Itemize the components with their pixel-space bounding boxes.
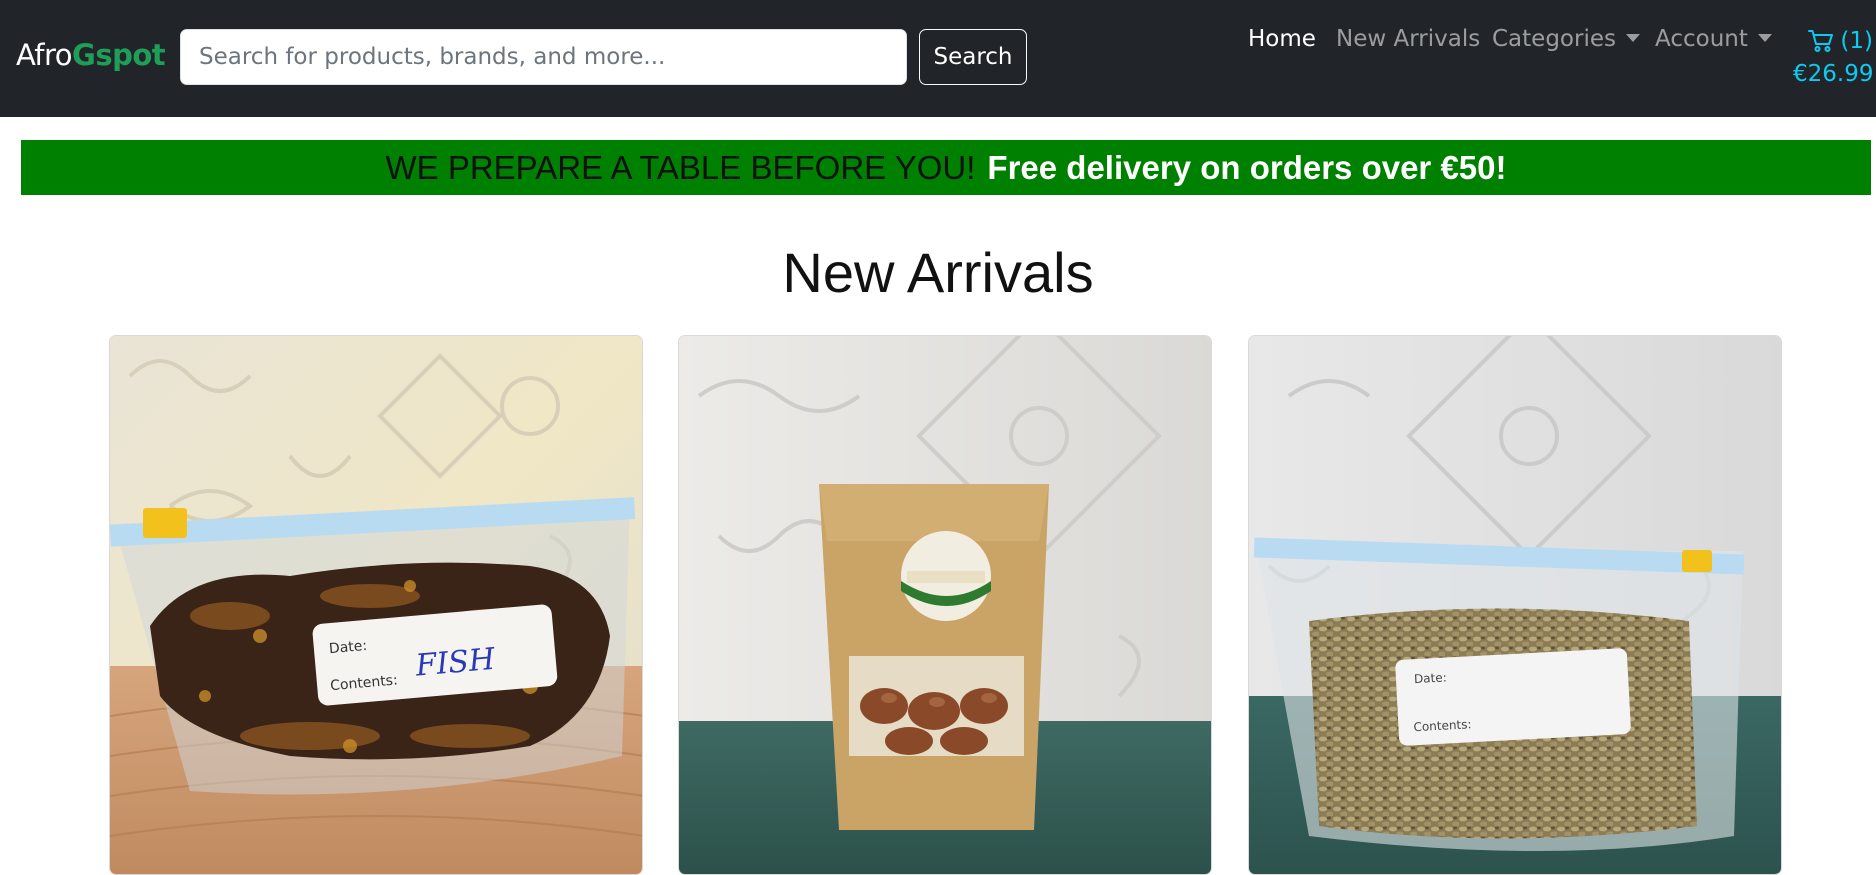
nav-categories-dropdown[interactable]: Categories	[1492, 26, 1640, 52]
nav-new-arrivals-link[interactable]: New Arrivals	[1336, 26, 1480, 52]
nav-account-label: Account	[1655, 26, 1748, 52]
nav-categories-label: Categories	[1492, 26, 1616, 52]
page-title: New Arrivals	[782, 241, 1094, 304]
promo-delivery-offer: Free delivery on orders over €50!	[987, 148, 1507, 186]
label-handwriting: FISH	[413, 642, 497, 684]
promo-tagline: WE PREPARE A TABLE BEFORE YOU!	[385, 148, 976, 186]
cart-button[interactable]: (1) €26.99	[1793, 26, 1873, 87]
promo-banner: WE PREPARE A TABLE BEFORE YOU! Free deli…	[21, 140, 1871, 195]
search-button[interactable]: Search	[919, 29, 1027, 85]
label-date-text: Date:	[1414, 670, 1447, 686]
label-date-text: Date:	[328, 638, 367, 657]
cart-icon	[1808, 29, 1834, 53]
chevron-down-icon	[1625, 33, 1640, 42]
product-image-grain-bag: Date: Contents:	[1249, 336, 1781, 874]
brand-logo[interactable]: AfroGspot	[16, 38, 166, 72]
product-card[interactable]: Date: Contents:	[1248, 335, 1782, 875]
cart-total: €26.99	[1793, 61, 1874, 87]
nav-home-link[interactable]: Home	[1248, 26, 1316, 52]
top-navbar: AfroGspot Search Home New Arrivals Categ…	[0, 0, 1876, 117]
brand-name-part1: Afro	[16, 38, 73, 72]
product-card[interactable]	[678, 335, 1212, 875]
brand-name-part2: Gspot	[72, 38, 166, 72]
search-input[interactable]	[180, 29, 907, 85]
product-image-dried-fish: Date: Contents: FISH	[110, 336, 642, 874]
nav-account-dropdown[interactable]: Account	[1655, 26, 1772, 52]
product-image-kraft-pouch	[679, 336, 1211, 874]
chevron-down-icon	[1757, 33, 1772, 42]
product-card[interactable]: Date: Contents: FISH	[109, 335, 643, 875]
cart-count: (1)	[1840, 28, 1873, 54]
